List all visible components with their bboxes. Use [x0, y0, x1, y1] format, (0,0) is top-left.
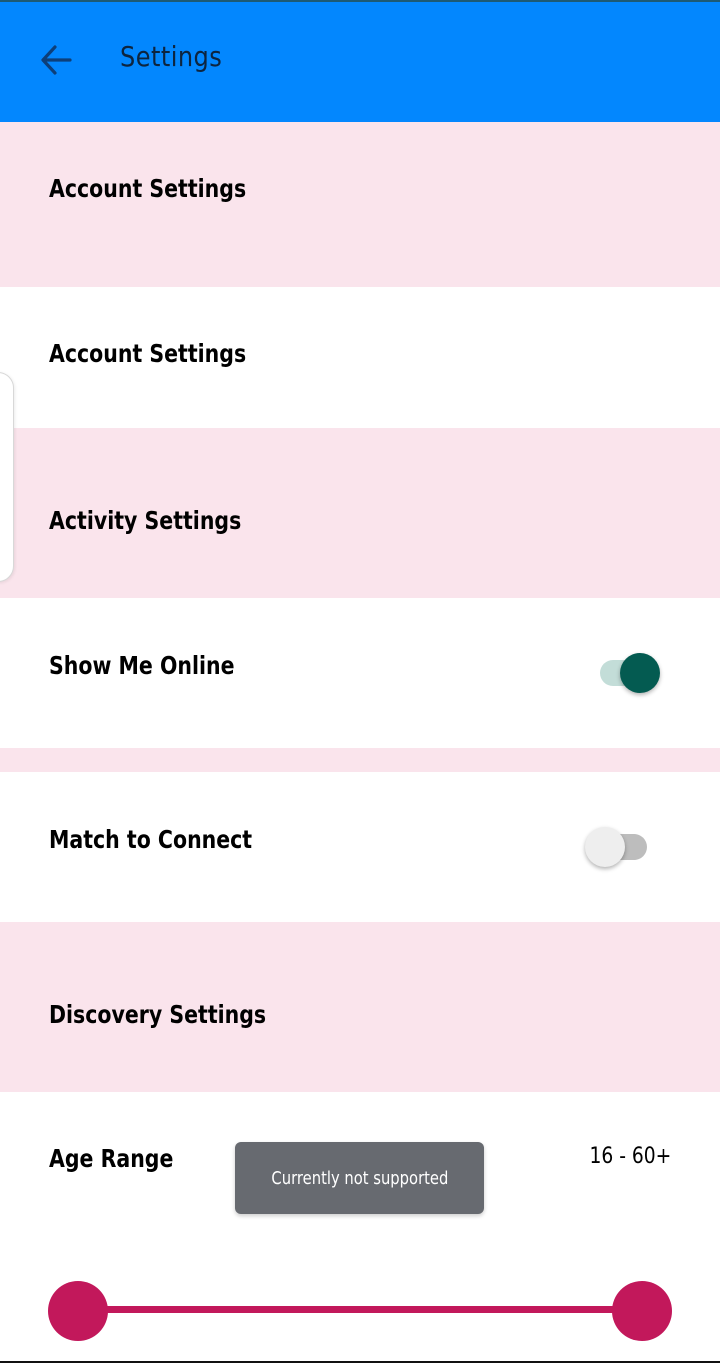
toast-message: Currently not supported — [235, 1142, 484, 1214]
match-to-connect-label: Match to Connect — [49, 825, 253, 854]
discovery-settings-header: Discovery Settings — [0, 922, 720, 1092]
page-title: Settings — [120, 40, 223, 73]
discovery-settings-header-label: Discovery Settings — [49, 1000, 267, 1029]
account-settings-header-label: Account Settings — [49, 174, 247, 203]
match-to-connect-row: Match to Connect — [0, 772, 720, 922]
app-bar: Settings — [0, 2, 720, 122]
account-settings-item[interactable]: Account Settings — [0, 287, 720, 428]
age-range-min-thumb[interactable] — [48, 1281, 108, 1341]
activity-settings-header-label: Activity Settings — [49, 506, 242, 535]
age-range-max-thumb[interactable] — [612, 1281, 672, 1341]
match-to-connect-switch[interactable] — [585, 821, 651, 867]
age-range-slider-track[interactable] — [78, 1306, 642, 1313]
switch-thumb — [585, 827, 625, 867]
account-settings-item-label: Account Settings — [49, 339, 247, 368]
age-range-value: 16 - 60+ — [589, 1144, 671, 1169]
toast-text: Currently not supported — [271, 1167, 448, 1189]
activity-settings-header: Activity Settings — [0, 428, 720, 598]
show-me-online-row: Show Me Online — [0, 598, 720, 748]
section-divider — [0, 748, 720, 772]
show-me-online-label: Show Me Online — [49, 651, 235, 680]
show-me-online-switch[interactable] — [596, 647, 662, 693]
arrow-left-icon — [41, 45, 72, 75]
switch-thumb — [620, 653, 660, 693]
side-drawer-handle[interactable] — [0, 372, 14, 582]
age-range-label: Age Range — [49, 1144, 174, 1173]
back-button[interactable] — [28, 32, 84, 88]
age-range-row: Age Range — [0, 1092, 720, 1361]
account-settings-header: Account Settings — [0, 122, 720, 287]
